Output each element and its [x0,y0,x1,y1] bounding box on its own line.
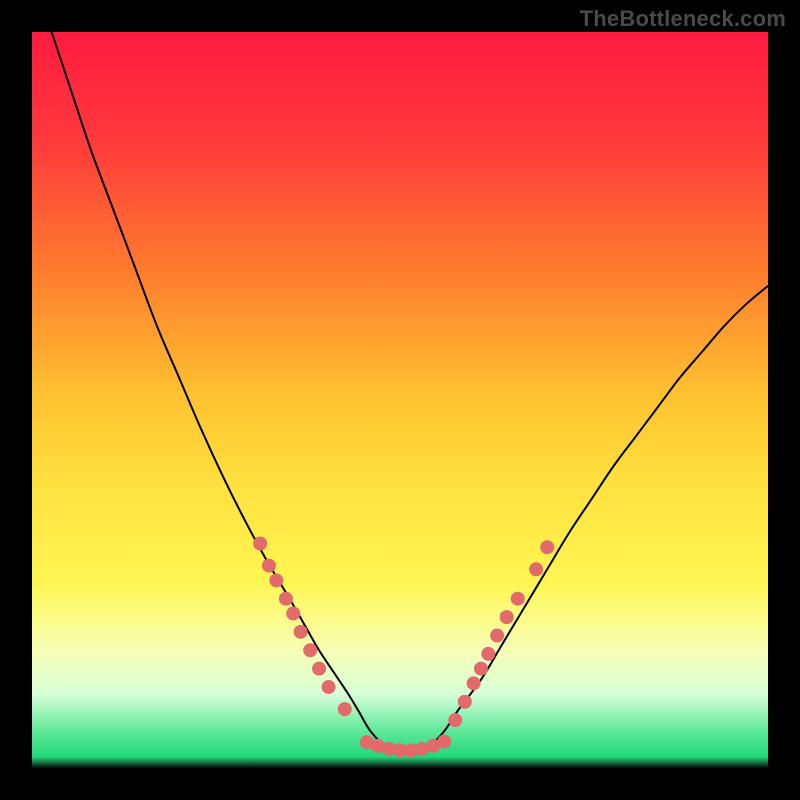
data-dot [540,540,554,554]
data-dot [500,610,514,624]
data-dot [437,735,451,749]
data-dot [286,606,300,620]
data-dot [262,559,276,573]
data-dot [338,702,352,716]
data-dot [481,647,495,661]
data-dot [269,573,283,587]
data-dot [474,662,488,676]
data-dot [458,695,472,709]
watermark-text: TheBottleneck.com [580,6,786,32]
data-dot [303,643,317,657]
chart-frame: TheBottleneck.com [0,0,800,800]
data-dot [490,629,504,643]
data-dot [312,662,326,676]
data-dot [511,592,525,606]
gradient-background [32,32,768,768]
plot-area [32,32,768,768]
data-dot [448,713,462,727]
data-dot [467,676,481,690]
data-dot [253,537,267,551]
data-dot [322,680,336,694]
data-dot [294,625,308,639]
data-dot [529,562,543,576]
data-dot [279,592,293,606]
chart-svg [32,32,768,768]
